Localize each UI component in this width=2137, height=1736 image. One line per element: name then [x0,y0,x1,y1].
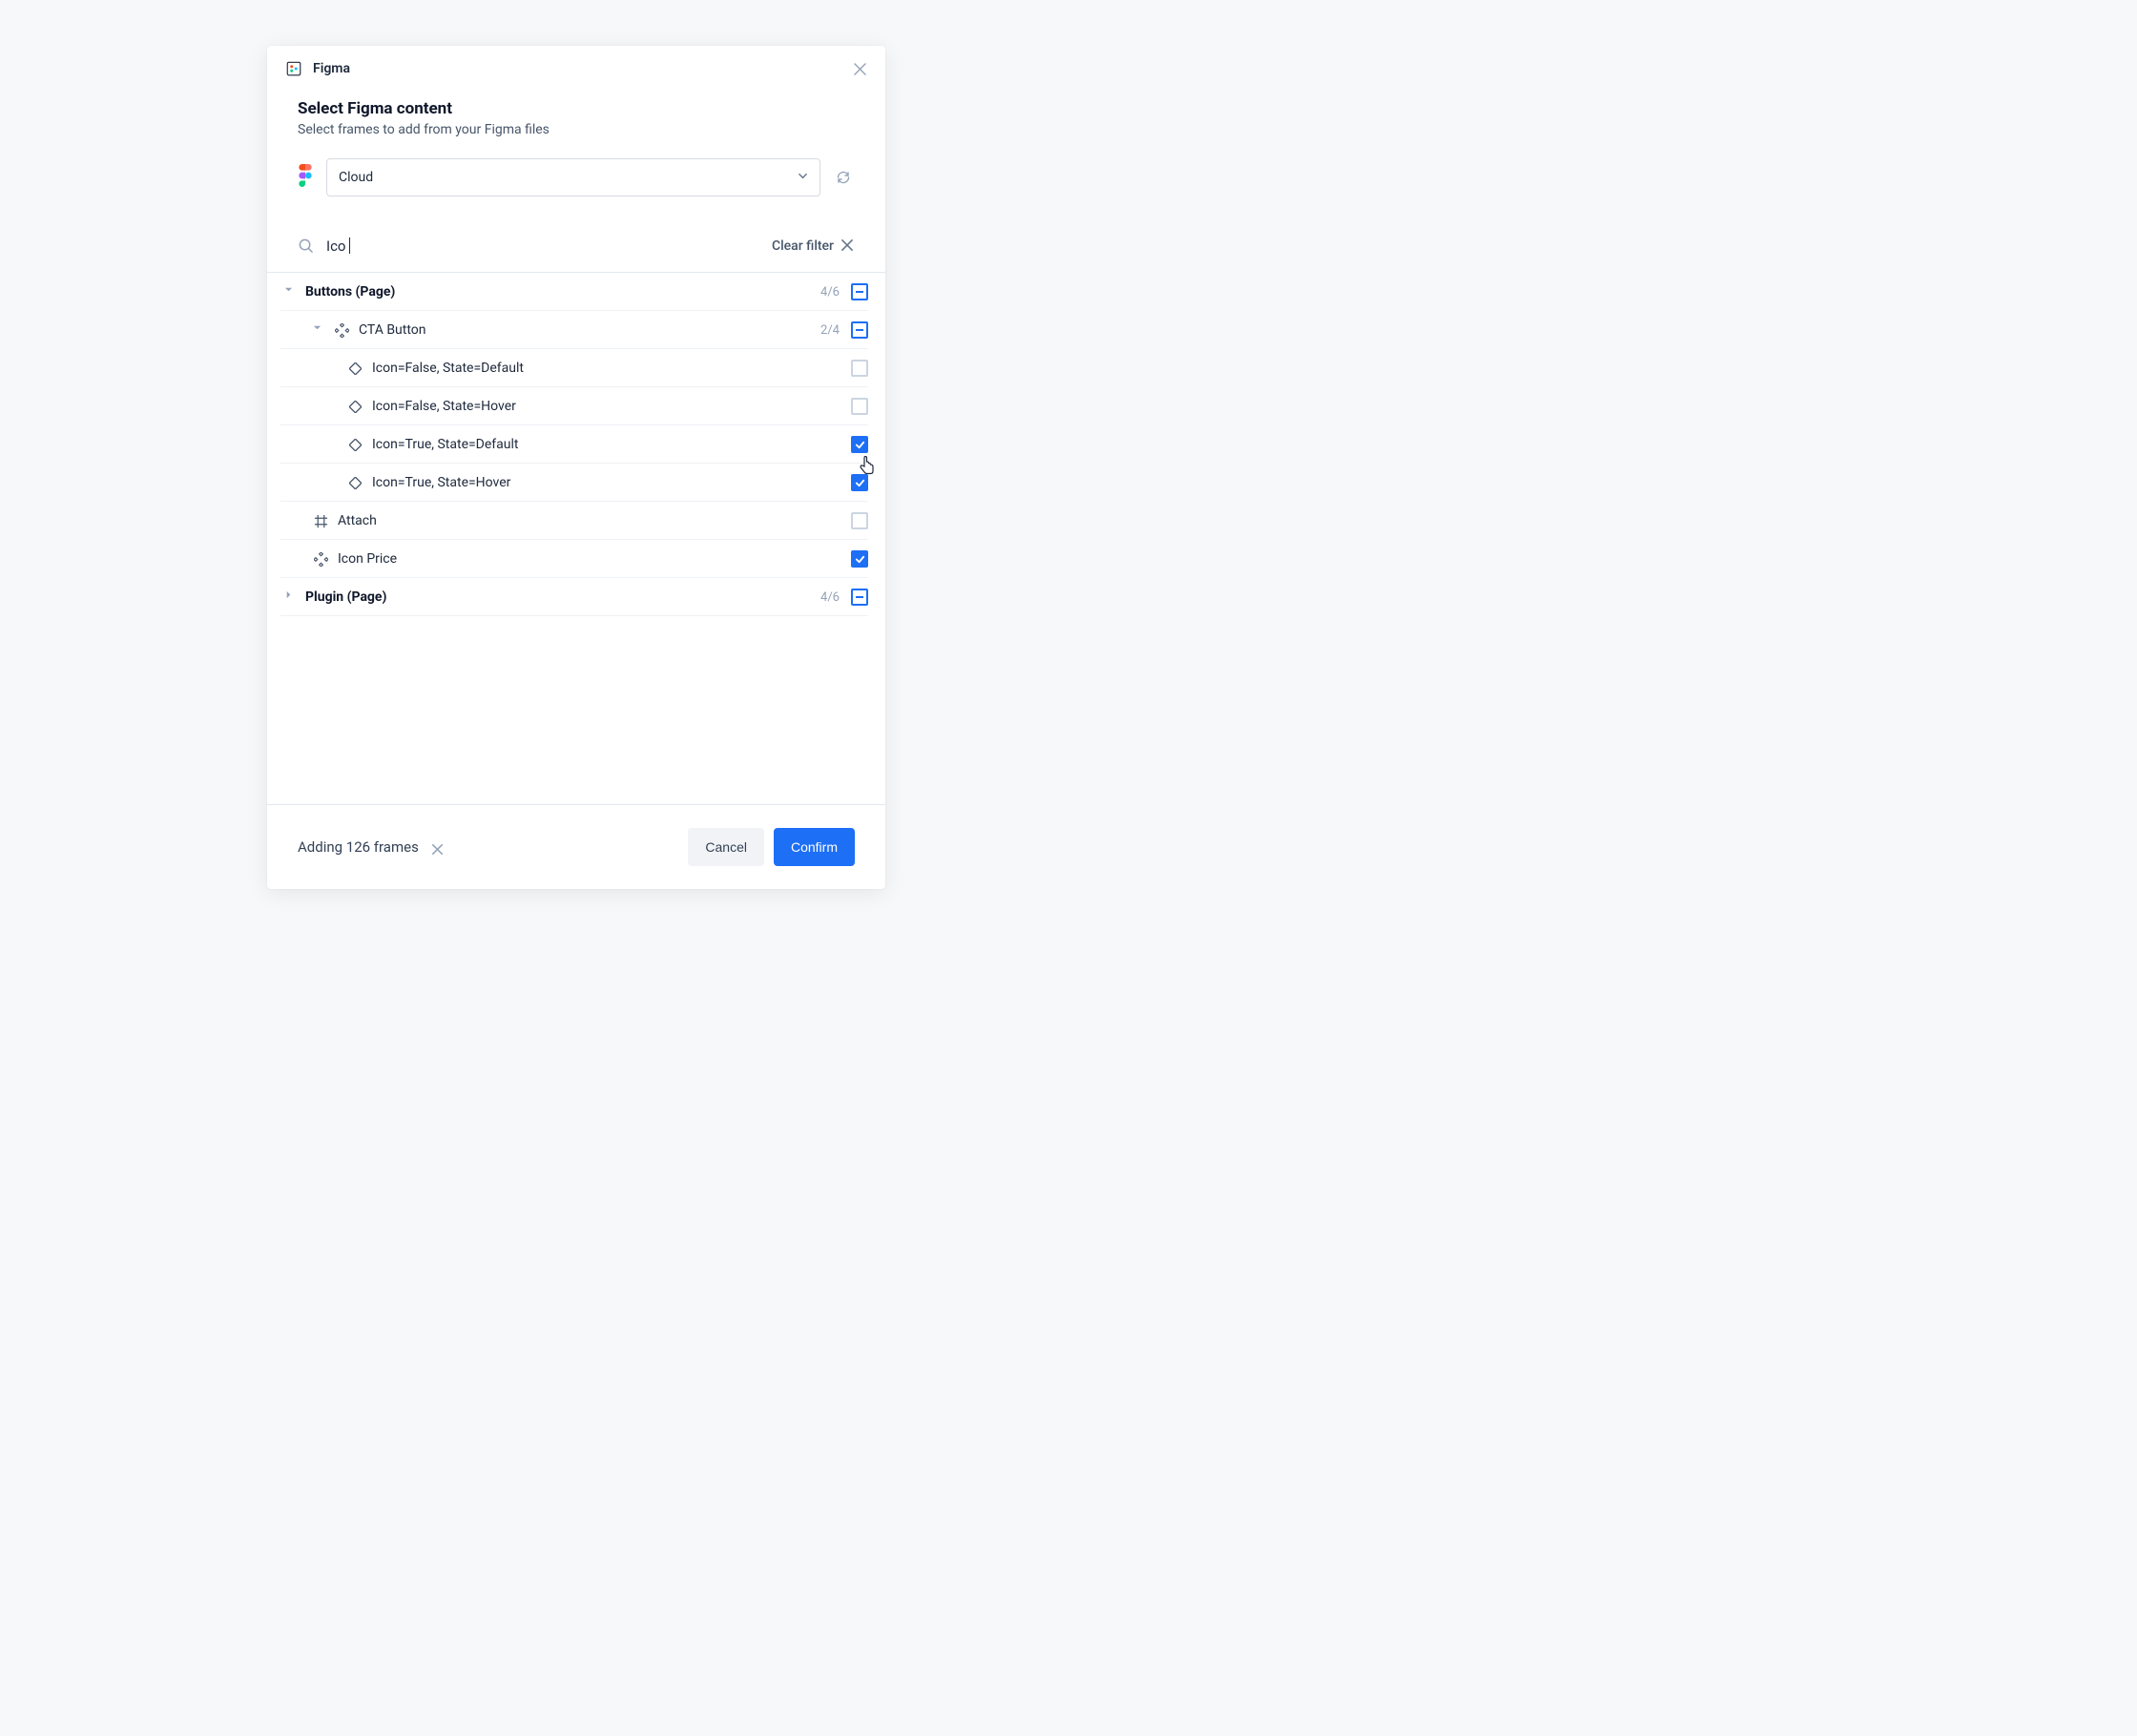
modal-footer: Adding 126 frames Cancel Confirm [267,804,885,889]
row-label: Icon=True, State=Hover [372,475,851,490]
refresh-icon[interactable] [832,166,855,189]
figma-app-icon [284,59,303,78]
row-label: CTA Button [359,322,820,338]
diamond-icon [347,361,363,376]
close-icon[interactable] [851,60,868,77]
search-input-wrap[interactable]: Ico [326,237,772,255]
close-icon[interactable] [432,841,444,853]
modal-title: Select Figma content [298,99,855,118]
modal-subtitle: Select frames to add from your Figma fil… [298,122,855,137]
tree-row[interactable]: Icon Price [267,540,885,578]
text-caret [349,238,350,254]
row-count: 2/4 [820,323,840,338]
checkbox[interactable] [851,321,868,339]
tree-row[interactable]: Icon=True, State=Hover [267,464,885,502]
checkbox[interactable] [851,436,868,453]
close-icon [841,239,855,253]
dropdown-selected: Cloud [339,170,373,185]
checkbox[interactable] [851,550,868,568]
diamond-icon [347,399,363,414]
search-row: Ico Clear filter [267,214,885,272]
checkbox[interactable] [851,283,868,300]
row-count: 4/6 [820,285,840,300]
diamond-icon [347,437,363,452]
row-label: Plugin (Page) [305,589,820,605]
file-dropdown[interactable]: Cloud [326,158,820,196]
checkbox[interactable] [851,589,868,606]
caret-down-icon[interactable] [313,323,326,337]
caret-down-icon[interactable] [284,285,298,299]
figma-select-modal: Figma Select Figma content Select frames… [267,46,885,889]
cursor-pointer-icon [859,456,876,479]
row-label: Icon=True, State=Default [372,437,851,452]
tree-row[interactable]: Attach [267,502,885,540]
tree-row[interactable]: Icon=False, State=Hover [267,387,885,425]
checkbox[interactable] [851,398,868,415]
header-left: Figma [284,59,350,78]
caret-right-icon[interactable] [284,590,298,604]
row-label: Icon=False, State=Default [372,361,851,376]
tree-row[interactable]: CTA Button2/4 [267,311,885,349]
tree-row[interactable]: Plugin (Page)4/6 [267,578,885,616]
row-label: Buttons (Page) [305,284,820,300]
status-text: Adding 126 frames [298,838,419,856]
row-label: Icon=False, State=Hover [372,399,851,414]
footer-status: Adding 126 frames [298,838,444,856]
row-count: 4/6 [820,590,840,605]
tree-row[interactable]: Icon=False, State=Default [267,349,885,387]
file-selector-row: Cloud [298,158,855,196]
clear-filter-label: Clear filter [772,238,834,254]
tree-row[interactable]: Buttons (Page)4/6 [267,273,885,311]
tree-row[interactable]: Icon=True, State=Default [267,425,885,464]
component-icon [313,551,328,567]
app-title: Figma [313,61,350,76]
cancel-button[interactable]: Cancel [688,828,764,866]
chevron-down-icon [798,170,808,185]
confirm-button[interactable]: Confirm [774,828,855,866]
modal-header: Figma [267,46,885,92]
section-top: Select Figma content Select frames to ad… [267,92,885,214]
checkbox[interactable] [851,512,868,529]
search-input[interactable]: Ico [326,238,772,255]
checkbox[interactable] [851,360,868,377]
row-label: Icon Price [338,551,851,567]
search-left: Ico [298,237,772,255]
search-icon [298,238,315,255]
clear-filter-button[interactable]: Clear filter [772,238,855,254]
row-label: Attach [338,513,851,528]
figma-logo-icon [298,164,315,191]
footer-actions: Cancel Confirm [688,828,855,866]
component-icon [334,322,349,338]
frame-icon [313,513,328,528]
tree: Buttons (Page)4/6CTA Button2/4Icon=False… [267,273,885,804]
diamond-icon [347,475,363,490]
